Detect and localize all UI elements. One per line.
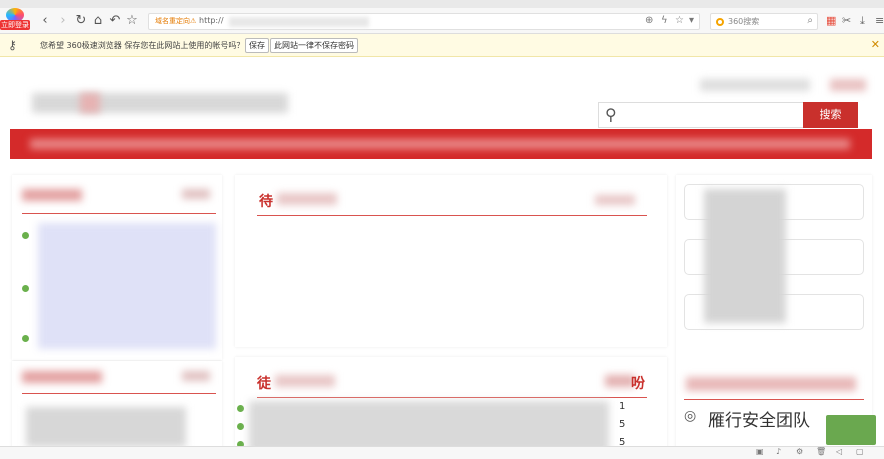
site-search-button[interactable]: 搜索	[803, 102, 858, 128]
login-badge[interactable]: 立即登录	[0, 8, 30, 34]
list-bullet	[22, 232, 29, 239]
home-icon[interactable]: ⌂	[91, 13, 105, 29]
quick-links-blurred[interactable]	[704, 189, 786, 323]
apps-icon[interactable]: ▦	[826, 14, 836, 27]
browser-search-box[interactable]: 360搜索 ⌕	[710, 13, 818, 30]
tab-strip	[0, 0, 884, 8]
list-bullet	[237, 423, 244, 430]
redirect-warning: 域名重定向⚠	[155, 17, 197, 25]
header-right-link-blurred[interactable]	[830, 79, 866, 91]
list-count: 5	[619, 419, 626, 430]
left-panel-title-blurred	[22, 189, 82, 201]
watermark: ◎ 雁行安全团队	[684, 402, 834, 432]
screenshot-icon[interactable]: ▣	[756, 447, 764, 456]
list-count: 1	[619, 401, 626, 412]
reload-icon[interactable]: ↻	[74, 13, 88, 29]
center-panel-title: 待	[259, 194, 273, 210]
key-icon: ⚷	[8, 38, 17, 52]
bookmark-star-icon[interactable]: ☆	[125, 13, 139, 29]
cut-icon[interactable]: ✂	[842, 14, 851, 27]
wechat-icon: ◎	[684, 408, 697, 424]
favorite-star-icon[interactable]: ☆	[675, 15, 684, 26]
left-panel2-underline	[22, 393, 216, 394]
left-panel2-title-blurred	[22, 371, 102, 383]
search-engine-icon	[716, 18, 724, 26]
web-page: ⚲ 搜索 待 徒 吩 1 5 5 ◎ 雁行安全团队	[0, 57, 884, 459]
center-panel-todo: 待	[235, 175, 667, 347]
feedback-widget[interactable]	[826, 415, 876, 445]
address-url-blurred	[229, 17, 369, 27]
left-panel-second	[12, 361, 222, 457]
close-icon[interactable]: ✕	[871, 38, 880, 51]
search-icon[interactable]: ⌕	[807, 15, 813, 26]
site-logo-accent-blurred	[80, 93, 100, 113]
password-save-bar: ⚷ 您希望 360极速浏览器 保存您在此网站上使用的帐号吗？ 保存 此网站一律不…	[0, 34, 884, 57]
lower-panel-right-char: 吩	[631, 376, 645, 392]
forward-icon[interactable]: ›	[56, 13, 70, 29]
search-icon: ⚲	[605, 105, 617, 124]
right-panel2-underline	[684, 399, 864, 400]
browser-toolbar: 立即登录 ‹ › ↻ ⌂ ↶ ☆ 域名重定向⚠ http:// ⊕ ϟ ☆ ▾ …	[0, 8, 884, 34]
settings-icon[interactable]: ⚙	[796, 447, 803, 456]
menu-icon[interactable]: ≡	[875, 14, 884, 27]
lower-panel-title-blurred	[275, 375, 335, 387]
sound-icon[interactable]: ♪	[776, 447, 781, 456]
left-panel2-more-blurred[interactable]	[182, 371, 210, 381]
download-icon[interactable]: ⤓	[860, 14, 865, 28]
lower-panel-title: 徒	[257, 376, 271, 392]
dropdown-chevron-icon[interactable]: ▾	[689, 15, 694, 26]
left-panel2-content-blurred[interactable]	[26, 407, 186, 447]
lower-panel-underline	[257, 397, 647, 398]
trash-icon[interactable]: 🗑	[816, 447, 826, 456]
window-icon[interactable]: ▢	[856, 447, 864, 456]
header-user-links-blurred[interactable]	[700, 79, 810, 91]
login-label: 立即登录	[0, 20, 30, 30]
center-panel-title-blurred	[277, 193, 337, 205]
back-icon[interactable]: ‹	[38, 13, 52, 29]
center-panel-lower: 徒 吩 1 5 5	[235, 357, 667, 457]
list-bullet	[237, 405, 244, 412]
right-panel2-title-blurred	[686, 377, 856, 391]
watermark-text: 雁行安全团队	[708, 411, 810, 431]
undo-icon[interactable]: ↶	[108, 13, 122, 29]
nav-items-blurred[interactable]	[30, 139, 850, 149]
center-panel-underline	[257, 215, 647, 216]
center-panel-more-blurred[interactable]	[595, 195, 635, 205]
volume-icon[interactable]: ◁	[836, 447, 842, 456]
list-bullet	[22, 335, 29, 342]
site-logo-blurred	[32, 93, 288, 113]
zoom-icon[interactable]: ⊕	[645, 15, 653, 26]
address-prefix: http://	[199, 16, 224, 25]
password-save-message: 您希望 360极速浏览器 保存您在此网站上使用的帐号吗？	[40, 41, 245, 50]
browser-status-bar: ▣ ♪ ⚙ 🗑 ◁ ▢	[0, 446, 884, 459]
site-search-input[interactable]: ⚲	[598, 102, 804, 128]
lightning-icon[interactable]: ϟ	[661, 15, 668, 26]
search-engine-label: 360搜索	[728, 17, 760, 26]
main-nav-bar[interactable]	[10, 129, 872, 159]
list-bullet	[22, 285, 29, 292]
save-password-button[interactable]: 保存	[245, 38, 269, 53]
left-panel-underline	[22, 213, 216, 214]
address-bar[interactable]: 域名重定向⚠ http:// ⊕ ϟ ☆ ▾	[148, 13, 700, 30]
left-panel-list-blurred[interactable]	[38, 223, 216, 349]
never-save-password-button[interactable]: 此网站一律不保存密码	[270, 38, 358, 53]
left-panel-news	[12, 175, 222, 360]
left-panel-more-blurred[interactable]	[182, 189, 210, 199]
